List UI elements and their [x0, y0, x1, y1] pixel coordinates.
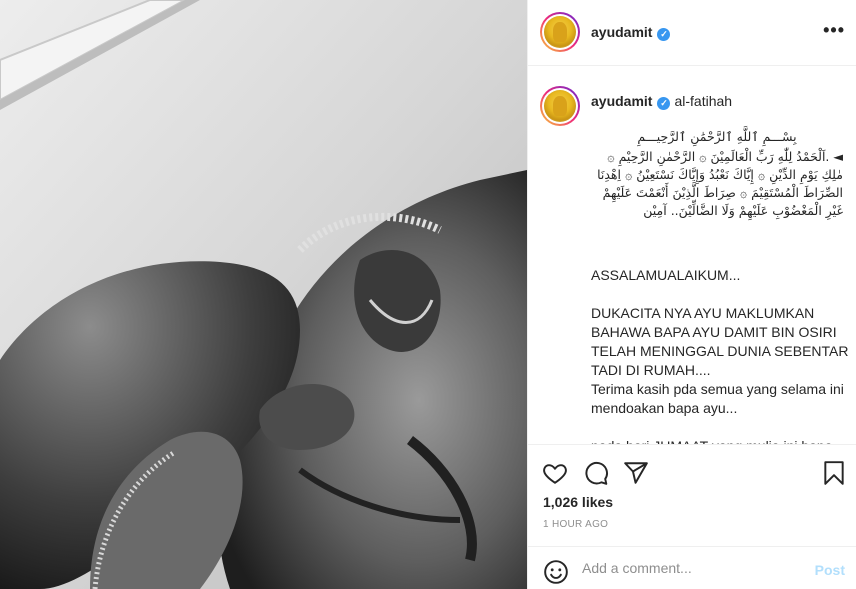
share-icon[interactable] — [623, 460, 649, 486]
caption-arabic-text: بِسْـــمِ ٱللَّهِ ٱلرَّحْمَٰنِ ٱلرَّحِيـ… — [591, 128, 843, 220]
smiley-icon[interactable] — [543, 559, 569, 585]
post-photo-image — [0, 0, 527, 589]
comment-icon[interactable] — [583, 460, 609, 486]
likes-count[interactable]: 1,026 likes — [543, 494, 613, 510]
caption-location: al-fatihah — [674, 93, 733, 109]
verified-badge-icon: ✓ — [657, 28, 671, 41]
heart-icon[interactable] — [542, 460, 568, 486]
post-photo[interactable] — [0, 0, 527, 589]
post-panel: ayudamit ✓ ••• ayudamit ✓ al-fatihah بِسْــ… — [527, 0, 856, 589]
header-username-text[interactable]: ayudamit — [591, 24, 652, 40]
bookmark-icon[interactable] — [821, 460, 847, 486]
profile-picture — [544, 16, 576, 48]
caption-profile-picture — [544, 90, 576, 122]
caption-verified-badge-icon: ✓ — [657, 97, 671, 110]
caption-avatar[interactable] — [540, 86, 580, 126]
post-header: ayudamit ✓ ••• — [528, 0, 856, 66]
avatar[interactable] — [540, 12, 580, 52]
comment-input[interactable] — [582, 560, 802, 576]
header-username[interactable]: ayudamit ✓ — [591, 24, 671, 41]
post-button[interactable]: Post — [815, 562, 845, 578]
more-options-icon[interactable]: ••• — [823, 20, 845, 41]
caption-header: ayudamit ✓ al-fatihah — [591, 93, 732, 110]
caption-username[interactable]: ayudamit — [591, 93, 652, 109]
bismillah: بِسْـــمِ ٱللَّهِ ٱلرَّحْمَٰنِ ٱلرَّحِيـ… — [637, 129, 797, 144]
caption: ayudamit ✓ al-fatihah بِسْـــمِ ٱللَّهِ ٱل… — [528, 66, 856, 444]
al-fatihah-text: ◄ .اَلْحَمْدُ لِلّٰهِ رَبِّ الْعَالَمِيْ… — [597, 149, 843, 218]
comment-box: Post — [528, 546, 856, 589]
post-timestamp[interactable]: 1 HOUR AGO — [543, 519, 608, 530]
post-actions: 1,026 likes 1 HOUR AGO Post — [528, 444, 856, 589]
caption-body: ASSALAMUALAIKUM... DUKACITA NYA AYU MAKL… — [591, 267, 849, 444]
